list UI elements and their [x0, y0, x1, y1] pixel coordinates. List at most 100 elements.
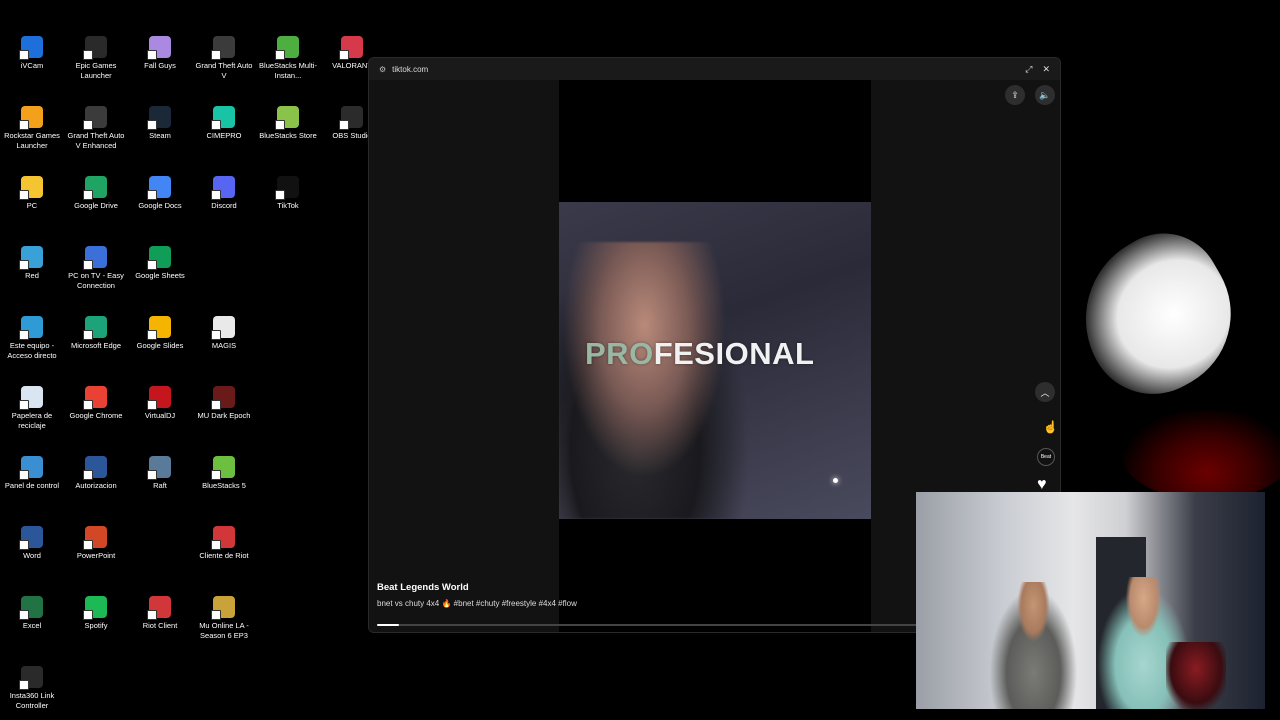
desktop-icon-google-chrome[interactable]: Google Chrome	[64, 386, 128, 421]
desktop-icon-bluestacks-store[interactable]: BlueStacks Store	[256, 106, 320, 141]
window-url: tiktok.com	[392, 64, 429, 74]
upload-icon[interactable]: ⇪	[1005, 85, 1025, 105]
video-progress-fill	[377, 624, 399, 626]
desktop-icon-steam[interactable]: Steam	[128, 106, 192, 141]
rockstar-games-launcher-icon	[19, 106, 43, 130]
desktop-icon-label: Google Chrome	[69, 411, 123, 420]
desktop-icon-label: PC on TV - Easy Connection	[68, 271, 124, 290]
desktop-icon-grand-theft-auto-v-enhanced[interactable]: Grand Theft Auto V Enhanced	[64, 106, 128, 151]
este-equipo-acceso-directo-icon	[19, 316, 43, 340]
desktop-icon-label: Steam	[149, 131, 171, 140]
like-heart-icon[interactable]: ♥	[1037, 477, 1047, 493]
valorant-icon	[339, 36, 363, 60]
desktop-icon-google-docs[interactable]: Google Docs	[128, 176, 192, 211]
pc-icon	[19, 176, 43, 200]
desktop-icon-label: TikTok	[277, 201, 299, 210]
expand-icon[interactable]: ⤢	[1025, 64, 1032, 75]
desktop-icon-spotify[interactable]: Spotify	[64, 596, 128, 631]
volume-icon[interactable]: 🔈	[1035, 85, 1055, 105]
desktop-icon-mu-online-la-season-6-ep3[interactable]: Mu Online LA - Season 6 EP3	[192, 596, 256, 641]
desktop-icon-virtualdj[interactable]: VirtualDJ	[128, 386, 192, 421]
video-area[interactable]: PROFESIONAL	[559, 80, 871, 632]
desktop-icon-label: Riot Client	[142, 621, 178, 630]
desktop-icon-magis[interactable]: MAGIS	[192, 316, 256, 351]
desktop-icon-microsoft-edge[interactable]: Microsoft Edge	[64, 316, 128, 351]
desktop-icon-rockstar-games-launcher[interactable]: Rockstar Games Launcher	[0, 106, 64, 151]
desktop-icon-label: Grand Theft Auto V Enhanced	[67, 131, 125, 150]
desktop-icon-word[interactable]: Word	[0, 526, 64, 561]
desktop-icon-label: Microsoft Edge	[70, 341, 122, 350]
discord-icon	[211, 176, 235, 200]
desktop-icon-label: iVCam	[20, 61, 44, 70]
epic-games-launcher-icon	[83, 36, 107, 60]
desktop-icon-label: Este equipo - Acceso directo	[7, 341, 57, 360]
desktop-icon-papelera-de-reciclaje[interactable]: Papelera de reciclaje	[0, 386, 64, 431]
desktop-icon-cliente-de-riot[interactable]: Cliente de Riot	[192, 526, 256, 561]
excel-icon	[19, 596, 43, 620]
riot-client-icon	[147, 596, 171, 620]
desktop-icon-label: PC	[26, 201, 38, 210]
mu-online-la-season-6-ep3-icon	[211, 596, 235, 620]
desktop-icon-insta360-link-controller[interactable]: Insta360 Link Controller	[0, 666, 64, 711]
video-description: bnet vs chuty 4x4 🔥 #bnet #chuty #freest…	[377, 599, 577, 608]
video-person	[559, 242, 749, 519]
previous-video-icon[interactable]: ︿	[1035, 382, 1055, 402]
desktop-icon-google-slides[interactable]: Google Slides	[128, 316, 192, 351]
powerpoint-icon	[83, 526, 107, 550]
desktop-icon-label: Papelera de reciclaje	[11, 411, 53, 430]
video-author[interactable]: Beat Legends World	[377, 582, 577, 593]
desktop-icon-grand-theft-auto-v[interactable]: Grand Theft Auto V	[192, 36, 256, 81]
creator-avatar[interactable]: Beat	[1037, 448, 1055, 466]
desktop-icon-google-sheets[interactable]: Google Sheets	[128, 246, 192, 281]
desktop-icon-label: Insta360 Link Controller	[9, 691, 55, 710]
microsoft-edge-icon	[83, 316, 107, 340]
google-slides-icon	[147, 316, 171, 340]
video-info: Beat Legends World bnet vs chuty 4x4 🔥 #…	[377, 582, 577, 608]
desktop-icon-riot-client[interactable]: Riot Client	[128, 596, 192, 631]
desktop-icon-label: MU Dark Epoch	[197, 411, 251, 420]
ivcam-icon	[19, 36, 43, 60]
close-icon[interactable]: ✕	[1042, 64, 1050, 75]
desktop-icon-label: Google Docs	[138, 201, 182, 210]
bluestacks-multi-instan-icon	[275, 36, 299, 60]
stage-light	[833, 478, 838, 483]
site-settings-icon[interactable]: ⚙	[379, 65, 386, 74]
desktop-icon-red[interactable]: Red	[0, 246, 64, 281]
desktop-icon-epic-games-launcher[interactable]: Epic Games Launcher	[64, 36, 128, 81]
desktop-icon-label: Discord	[211, 201, 237, 210]
steam-icon	[147, 106, 171, 130]
desktop-icon-pc[interactable]: PC	[0, 176, 64, 211]
desktop-icon-panel-de-control[interactable]: Panel de control	[0, 456, 64, 491]
webcam-person-left	[986, 582, 1081, 709]
spotify-icon	[83, 596, 107, 620]
papelera-de-reciclaje-icon	[19, 386, 43, 410]
desktop-icon-fall-guys[interactable]: Fall Guys	[128, 36, 192, 71]
desktop-icon-label: Panel de control	[4, 481, 60, 490]
desktop-icon-raft[interactable]: Raft	[128, 456, 192, 491]
desktop-icon-label: Google Slides	[136, 341, 184, 350]
bluestacks-store-icon	[275, 106, 299, 130]
red-icon	[19, 246, 43, 270]
google-drive-icon	[83, 176, 107, 200]
google-docs-icon	[147, 176, 171, 200]
desktop-icon-este-equipo-acceso-directo[interactable]: Este equipo - Acceso directo	[0, 316, 64, 361]
desktop-icon-bluestacks-5[interactable]: BlueStacks 5	[192, 456, 256, 491]
desktop-icon-label: Google Sheets	[135, 271, 185, 280]
desktop-icon-autorizacion[interactable]: Autorizacion	[64, 456, 128, 491]
desktop-icon-bluestacks-multi-instan[interactable]: BlueStacks Multi-Instan...	[256, 36, 320, 81]
desktop-icon-cimepro[interactable]: CIMEPRO	[192, 106, 256, 141]
desktop-icon-discord[interactable]: Discord	[192, 176, 256, 211]
desktop-icon-mu-dark-epoch[interactable]: MU Dark Epoch	[192, 386, 256, 421]
desktop-icon-excel[interactable]: Excel	[0, 596, 64, 631]
desktop-icon-ivcam[interactable]: iVCam	[0, 36, 64, 71]
mu-dark-epoch-icon	[211, 386, 235, 410]
desktop-icon-label: VirtualDJ	[144, 411, 176, 420]
desktop-icon-google-drive[interactable]: Google Drive	[64, 176, 128, 211]
autorizacion-icon	[83, 456, 107, 480]
desktop-icon-pc-on-tv-easy-connection[interactable]: PC on TV - Easy Connection	[64, 246, 128, 291]
desktop-icon-label: Epic Games Launcher	[75, 61, 117, 80]
video-progress-bar[interactable]	[377, 624, 917, 626]
raft-icon	[147, 456, 171, 480]
desktop-icon-powerpoint[interactable]: PowerPoint	[64, 526, 128, 561]
desktop-icon-tiktok[interactable]: TikTok	[256, 176, 320, 211]
